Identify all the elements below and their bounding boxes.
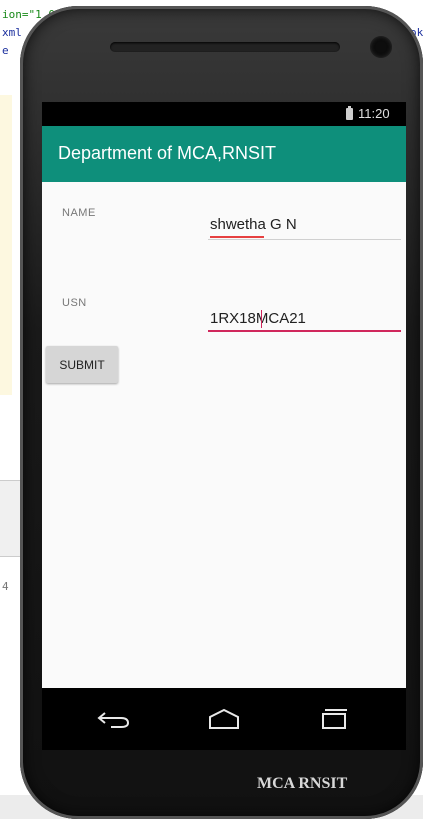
- code-line-3: e: [2, 44, 9, 57]
- usn-input-underline: [208, 330, 401, 332]
- home-icon: [209, 708, 239, 729]
- ide-gutter: [0, 95, 12, 395]
- spellcheck-underline: [210, 236, 264, 238]
- ide-line-number: 4: [2, 580, 9, 593]
- app-bar: Department of MCA,RNSIT: [42, 126, 406, 182]
- watermark-text: MCA RNSIT: [257, 775, 348, 792]
- usn-label: USN: [62, 297, 87, 309]
- name-label: NAME: [62, 207, 96, 219]
- speaker-grille: [110, 42, 340, 52]
- submit-button[interactable]: SUBMIT: [46, 346, 118, 383]
- navigation-bar: [42, 688, 406, 750]
- front-camera: [370, 36, 392, 58]
- text-cursor: [261, 310, 262, 328]
- status-time: 11:20: [358, 106, 390, 121]
- back-icon: [97, 712, 130, 728]
- code-line-2: xml: [2, 26, 22, 39]
- battery-icon: [346, 106, 353, 120]
- home-button[interactable]: [204, 706, 244, 732]
- recents-icon: [322, 709, 347, 729]
- name-input-underline: [208, 239, 401, 240]
- back-button[interactable]: [94, 706, 134, 732]
- recents-button[interactable]: [314, 706, 354, 732]
- status-bar: 11:20: [42, 102, 406, 126]
- app-title: Department of MCA,RNSIT: [58, 143, 277, 163]
- device-screen: 11:20 Department of MCA,RNSIT NAME shwet…: [42, 102, 406, 750]
